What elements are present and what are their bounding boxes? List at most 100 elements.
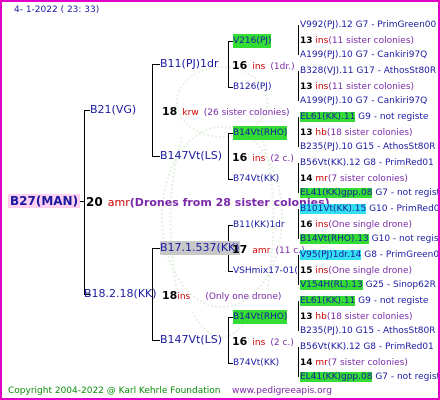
gen3-unit-3: hb [315,128,327,138]
gen3-info-8: 14 mr(7 sister colonies) [300,356,408,370]
gen1-queen-1[interactable]: B21(VG) [90,103,136,117]
gen4-tail-1: G7 - PrimGreen00 [355,20,437,30]
gen3-note-6: (One single drone) [328,266,412,276]
gen3-info-5: 16 ins(One single drone) [300,218,412,232]
connector [152,340,160,341]
gen2-queen-3[interactable]: B17.1.537(KK) [160,241,240,255]
gen4-tail-7: G8 - PrimRed01 [363,158,434,168]
gen3-note-3: (18 sister colonies) [326,128,413,138]
gen3-queen-8[interactable]: B74Vt(KK) [233,356,279,370]
gen4-name-13: EL61(KK).11 [300,296,356,306]
gen2-note-4: (2 c.) [270,338,294,348]
gen4-row-16[interactable]: EL41(KK)gpp.08 G7 - not registe [300,370,438,384]
gen3-queen-6[interactable]: VSHmix17-01( [233,264,298,278]
gen4-row-13[interactable]: EL61(KK).11 G9 - not registe [300,294,428,308]
gen3-num-3: 13 [300,128,313,138]
gen3-queen-4[interactable]: B74Vt(KK) [233,172,279,186]
connector [298,163,299,193]
gen4-row-7[interactable]: B56Vt(KK).12 G8 - PrimRed01 [300,156,434,170]
gen4-tail-14: G15 - AthosSt80R [355,326,436,336]
connector [298,347,299,377]
connector [152,64,153,156]
footer-site-link[interactable]: www.pedigreeapis.org [232,384,332,398]
gen4-name-11: V95(PJ)1dr.14 [300,250,362,260]
gen4-row-14[interactable]: B235(PJ).10 G15 - AthosSt80R [300,324,435,338]
gen3-info-3: 13 hb(18 sister colonies) [300,126,413,140]
gen4-tail-8: G7 - not registe [375,188,440,198]
gen4-name-16: EL41(KK)gpp.08 [300,372,373,382]
gen3-queen-2[interactable]: B126(PJ) [233,80,271,94]
gen2-unit-4: ins [252,338,266,348]
gen4-name-5: EL61(KK).11 [300,112,356,122]
gen4-row-10[interactable]: B14Vt(RHO).13 G10 - not registe [300,232,438,246]
header-date: 4- 1-2022 ( 23: 33) [14,5,100,15]
gen4-row-9[interactable]: B101Vt(KK).15 G10 - PrimRed01 [300,202,438,216]
gen3-info-2: 13 ins(11 sister colonies) [300,80,414,94]
gen4-name-4: A199(PJ).10 [300,96,353,106]
gen2-num-2: 16 [232,151,248,164]
gen4-name-2: A199(PJ).10 [300,50,353,60]
gen4-name-12: V154H(RL).13 [300,280,363,290]
gen4-row-5[interactable]: EL61(KK).11 G9 - not registe [300,110,428,124]
gen3-note-5: (One single drone) [328,220,412,230]
footer-copyright: Copyright 2004-2022 @ Karl Kehrle Founda… [8,386,221,396]
gen3-num-4: 14 [300,174,313,184]
gen4-row-8[interactable]: EL41(KK)gpp.08 G7 - not registe [300,186,440,200]
gen2-num-1: 16 [232,59,248,72]
gen2-unit-3: amr [252,246,271,256]
gen3-queen-1[interactable]: V216(PJ) [233,34,272,48]
gen4-name-14: B235(PJ).10 [300,326,353,336]
gen4-row-3[interactable]: B328(VJ).11 G17 - AthosSt80R [300,64,436,78]
root-queen[interactable]: B27(MAN) [8,194,81,208]
gen3-num-2: 13 [300,82,313,92]
gen4-tail-6: G15 - AthosSt80R [355,142,436,152]
gen4-tail-11: G8 - PrimGreen00 [364,250,440,260]
connector [298,209,299,239]
root-mating-unit: amr [107,196,130,209]
gen4-row-4[interactable]: A199(PJ).10 G7 - Cankiri97Q [300,94,427,108]
gen1-note-2: (Only one drone) [205,292,282,302]
gen4-row-12[interactable]: V154H(RL).13 G25 - Sinop62R [300,278,436,292]
gen4-name-15: B56Vt(KK).12 [300,342,361,352]
gen4-tail-3: G17 - AthosSt80R [356,66,437,76]
gen3-unit-2: ins [315,82,329,92]
gen2-info-3: 17 amr (11 c.) [232,241,305,258]
gen3-queen-7[interactable]: B14Vt(RHO) [233,310,288,324]
gen2-queen-1[interactable]: B11(PJ)1dr [160,57,219,71]
gen2-unit-2: ins [252,154,266,164]
gen1-unit-1: krw [182,108,199,118]
gen2-queen-4[interactable]: B147Vt(LS) [160,333,222,347]
gen3-note-4: (7 sister colonies) [327,174,408,184]
gen3-info-1: 13 ins(11 sister colonies) [300,34,414,48]
gen2-note-1: (1dr.) [270,62,295,72]
gen4-row-11[interactable]: V95(PJ)1dr.14 G8 - PrimGreen00 [300,248,440,262]
connector [298,301,299,331]
gen4-tail-15: G8 - PrimRed01 [363,342,434,352]
gen4-tail-5: G9 - not registe [358,112,429,122]
connector [298,25,299,55]
connector [228,133,229,179]
gen3-queen-5[interactable]: B11(KK)1dr [233,218,285,232]
gen4-row-15[interactable]: B56Vt(KK).12 G8 - PrimRed01 [300,340,434,354]
gen3-unit-7: hb [315,312,327,322]
gen4-tail-2: G7 - Cankiri97Q [355,50,428,60]
gen3-queen-3[interactable]: B14Vt(RHO) [233,126,288,140]
gen3-num-7: 13 [300,312,313,322]
gen2-info-2: 16 ins (2 c.) [232,149,294,166]
gen2-num-3: 17 [232,243,248,256]
gen1-queen-2[interactable]: B18.2.18(KK) [84,287,157,301]
gen4-row-1[interactable]: V992(PJ).12 G7 - PrimGreen00 [300,18,436,32]
gen2-note-2: (2 c.) [270,154,294,164]
gen4-name-10: B14Vt(RHO).13 [300,234,369,244]
gen4-tail-13: G9 - not registe [358,296,429,306]
gen4-name-6: B235(PJ).10 [300,142,353,152]
gen4-row-2[interactable]: A199(PJ).10 G7 - Cankiri97Q [300,48,427,62]
gen4-row-6[interactable]: B235(PJ).10 G15 - AthosSt80R [300,140,435,154]
connector [298,117,299,147]
gen4-tail-12: G25 - Sinop62R [365,280,436,290]
gen2-queen-2[interactable]: B147Vt(LS) [160,149,222,163]
gen1-num-2: 18 [162,289,178,302]
pedigree-chart: 4- 1-2022 ( 23: 33) B27(MAN) 20 amr(Dron… [0,0,440,400]
root-mating-num: 20 [86,195,103,209]
gen4-tail-4: G7 - Cankiri97Q [355,96,428,106]
